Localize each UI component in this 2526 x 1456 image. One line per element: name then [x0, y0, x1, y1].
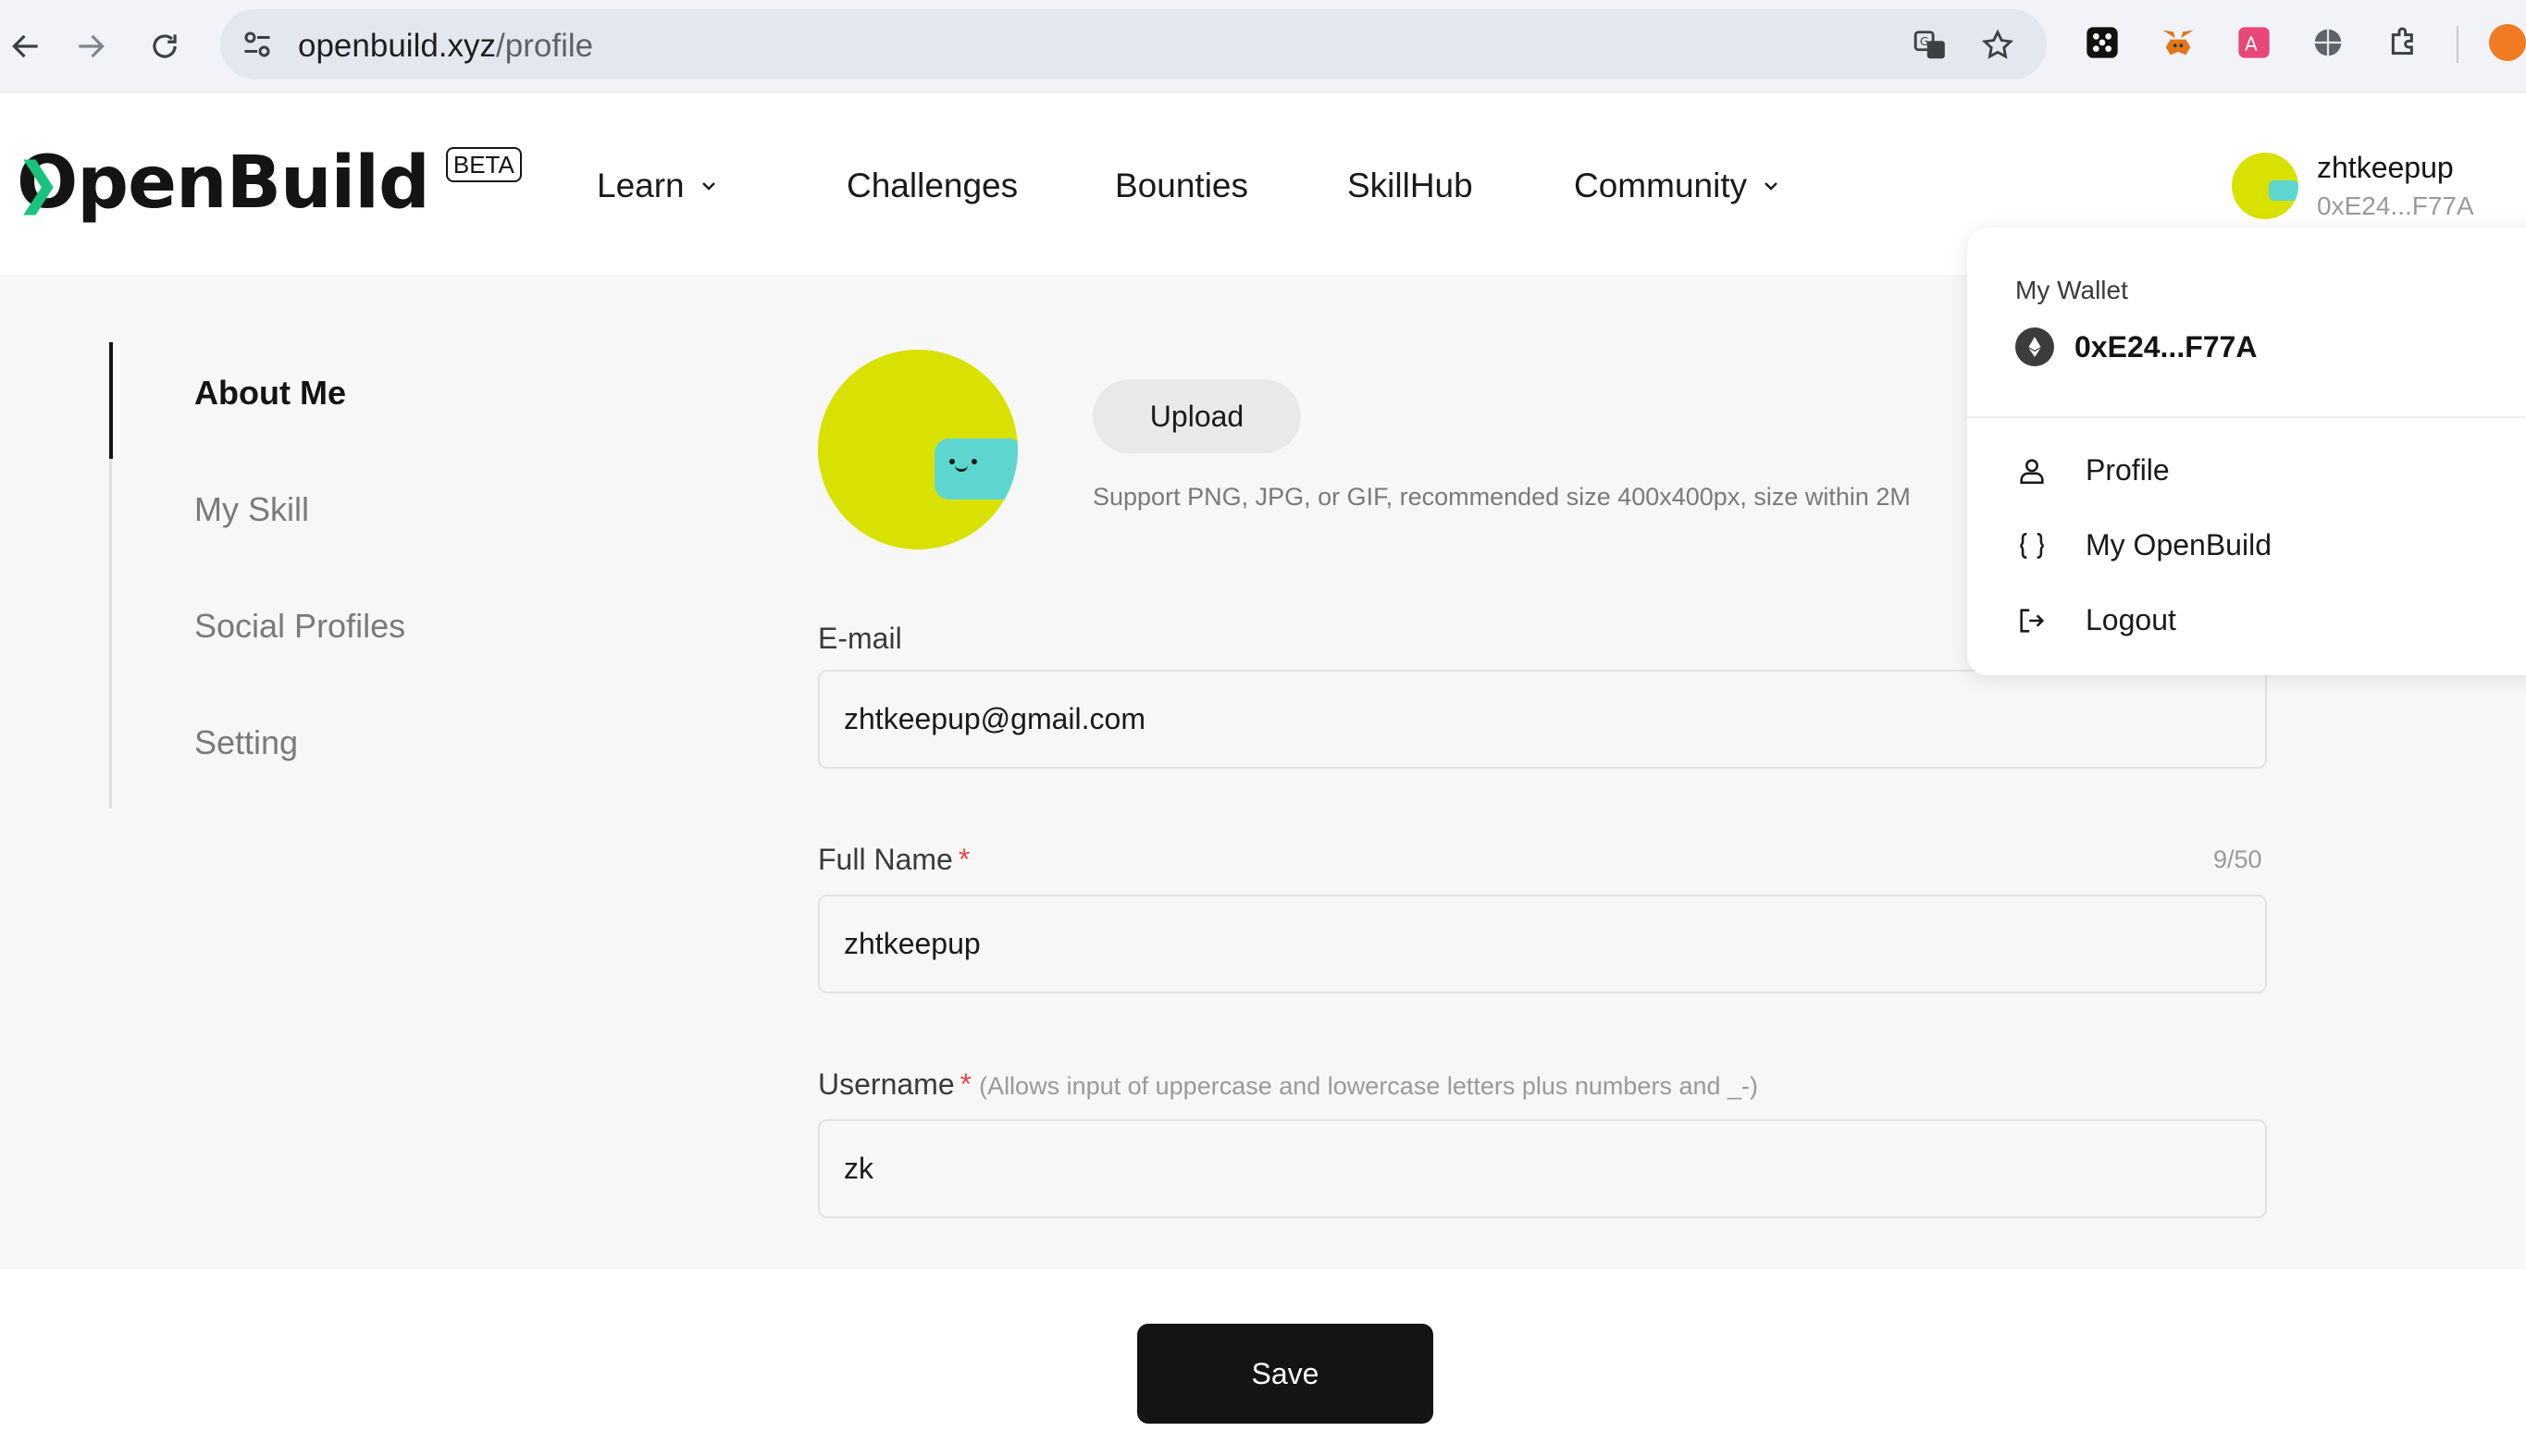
logo-text: OpenBuild [17, 142, 430, 225]
beta-badge: BETA [445, 147, 522, 182]
logo-chevron-icon: ❯ [15, 152, 62, 214]
profile-avatar [818, 350, 1018, 549]
profile-extension-icon[interactable] [2489, 22, 2526, 63]
svg-text:G: G [1920, 34, 1929, 48]
extensions-puzzle-icon[interactable] [2384, 22, 2424, 63]
nav-bounties[interactable]: Bounties [1115, 167, 1347, 205]
arrow-right-icon [79, 34, 105, 58]
openbuild-logo[interactable]: ❯ OpenBuild BETA [15, 142, 522, 225]
svg-text:A: A [2245, 32, 2258, 55]
upload-button[interactable]: Upload [1093, 379, 1301, 453]
dropdown-divider [1967, 416, 2526, 418]
reload-button[interactable] [139, 20, 191, 72]
sidebar-active-indicator [109, 342, 113, 459]
chevron-down-icon [701, 182, 715, 191]
nav-community-label: Community [1574, 167, 1748, 204]
metamask-fox-icon[interactable] [2158, 22, 2198, 63]
sidebar-item-social-profiles[interactable]: Social Profiles [194, 607, 405, 646]
required-mark: * [958, 843, 971, 876]
wallet-row: 0xE24...F77A [2015, 327, 2257, 366]
chevron-down-icon [1764, 182, 1777, 191]
braces-icon [2015, 529, 2049, 562]
address-bar[interactable]: openbuild.xyz/profile G [220, 9, 2047, 80]
dropdown-item-label: Logout [2086, 603, 2176, 636]
wallet-label: My Wallet [2015, 276, 2128, 304]
logout-icon [2015, 604, 2049, 637]
user-icon [2015, 454, 2049, 487]
browser-toolbar: openbuild.xyz/profile G A [0, 0, 2526, 93]
sidebar-item-my-skill[interactable]: My Skill [194, 490, 309, 529]
arrow-left-icon [12, 34, 38, 58]
reload-icon [153, 34, 177, 58]
username-label-text: Username [818, 1067, 955, 1101]
email-label: E-mail [818, 622, 902, 655]
site-settings-icon[interactable] [239, 26, 276, 63]
upload-hint: Support PNG, JPG, or GIF, recommended si… [1093, 483, 1911, 511]
full-name-char-count: 9/50 [2213, 845, 2262, 873]
main-nav: Learn Challenges Bounties SkillHub Commu… [597, 158, 1782, 214]
nav-challenges[interactable]: Challenges [847, 167, 1115, 205]
required-mark: * [960, 1067, 972, 1101]
bookmark-star-icon[interactable] [1978, 26, 2017, 65]
url-host: openbuild.xyz [298, 28, 497, 64]
extension-globe-icon[interactable] [2308, 22, 2348, 63]
dropdown-item-my-openbuild[interactable]: My OpenBuild [2015, 528, 2272, 562]
toolbar-divider [2457, 26, 2458, 63]
dropdown-item-label: My OpenBuild [2086, 528, 2272, 561]
url-path: /profile [496, 28, 594, 64]
dropdown-item-profile[interactable]: Profile [2015, 453, 2170, 487]
ethereum-icon [2015, 327, 2054, 366]
user-name: zhtkeepup [2317, 151, 2454, 184]
nav-learn[interactable]: Learn [597, 167, 847, 205]
nav-bounties-label: Bounties [1115, 167, 1248, 204]
nav-learn-label: Learn [597, 167, 685, 204]
username-label: Username * (Allows input of uppercase and … [818, 1067, 1758, 1102]
username-note: (Allows input of uppercase and lowercase… [979, 1072, 1758, 1100]
url-text: openbuild.xyz/profile [298, 28, 593, 65]
back-button[interactable] [0, 20, 52, 72]
nav-skillhub-label: SkillHub [1347, 167, 1473, 204]
avatar [2232, 153, 2298, 219]
sidebar-item-about-me[interactable]: About Me [194, 374, 346, 413]
sidebar-item-setting[interactable]: Setting [194, 723, 298, 762]
dropdown-item-label: Profile [2086, 453, 2170, 487]
full-name-label-text: Full Name [818, 843, 953, 876]
username-field[interactable] [818, 1119, 2267, 1218]
extension-dice-icon[interactable] [2082, 22, 2123, 63]
user-dropdown-menu: My Wallet 0xE24...F77A Profile My OpenBu… [1967, 228, 2526, 675]
full-name-label: Full Name * [818, 843, 970, 877]
extension-translate-pink-icon[interactable]: A [2234, 22, 2274, 63]
nav-challenges-label: Challenges [847, 167, 1019, 204]
forward-button[interactable] [65, 20, 117, 72]
save-button[interactable]: Save [1137, 1324, 1433, 1424]
email-field[interactable] [818, 670, 2267, 769]
full-name-field[interactable] [818, 895, 2267, 993]
dropdown-item-logout[interactable]: Logout [2015, 603, 2176, 637]
user-wallet-address: 0xE24...F77A [2317, 191, 2474, 220]
wallet-address: 0xE24...F77A [2074, 329, 2258, 364]
translate-icon[interactable]: G [1911, 26, 1950, 65]
nav-skillhub[interactable]: SkillHub [1347, 167, 1574, 205]
nav-community[interactable]: Community [1574, 167, 1782, 205]
